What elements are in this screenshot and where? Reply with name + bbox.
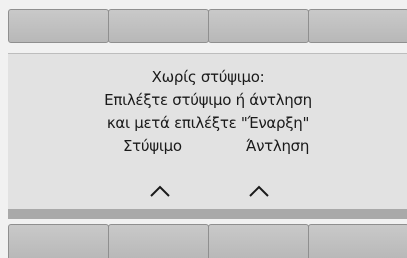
message-title: Χωρίς στύψιμο:	[151, 68, 265, 86]
spin-option-label: Στύψιμο	[123, 137, 182, 155]
chevron-up-icon	[150, 185, 170, 197]
panel-divider	[8, 209, 407, 219]
message-line-2: Επιλέξτε στύψιμο ή άντληση	[104, 91, 312, 109]
drain-softkey[interactable]	[208, 224, 309, 258]
drain-option-label: Άντληση	[246, 137, 310, 155]
top-softkey-4[interactable]	[308, 9, 407, 43]
top-softkey-2[interactable]	[108, 9, 209, 43]
top-softkey-row	[8, 9, 407, 43]
top-softkey-1[interactable]	[8, 9, 109, 43]
top-softkey-3[interactable]	[208, 9, 309, 43]
message-line-3: και μετά επιλέξτε "Έναρξη"	[106, 114, 310, 132]
chevron-up-icon	[249, 185, 269, 197]
bottom-softkey-1[interactable]	[8, 224, 109, 258]
spin-softkey[interactable]	[108, 224, 209, 258]
bottom-softkey-4[interactable]	[308, 224, 407, 258]
bottom-softkey-row	[8, 224, 407, 258]
display-screen: Χωρίς στύψιμο: Επιλέξτε στύψιμο ή άντλησ…	[0, 0, 407, 258]
message-panel: Χωρίς στύψιμο: Επιλέξτε στύψιμο ή άντλησ…	[8, 53, 407, 215]
